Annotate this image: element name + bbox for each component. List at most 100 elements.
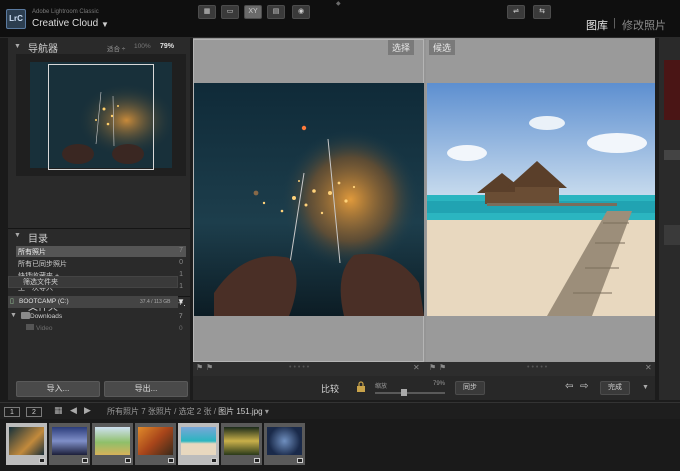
chevron-down-icon[interactable]: ▼	[642, 384, 649, 391]
catalog-item-count: 1	[179, 283, 183, 290]
select-photo-sparklers[interactable]	[194, 83, 424, 316]
loupe-view-icon[interactable]: ▭	[221, 5, 239, 19]
catalog-item-count: 0	[179, 259, 183, 266]
catalog-item-all-photos[interactable]: 所有照片 7	[16, 246, 186, 257]
close-icon[interactable]: ✕	[413, 363, 420, 372]
flag-icon[interactable]: ⚑	[429, 363, 436, 372]
grid-view-icon[interactable]: ▦	[54, 405, 63, 416]
thumb-image	[9, 427, 44, 455]
compare-view-icon[interactable]: XY	[244, 5, 262, 19]
secondary-window-2-button[interactable]: 2	[26, 407, 42, 417]
filmstrip-thumb[interactable]	[178, 423, 219, 465]
expand-icon[interactable]: ▼	[10, 312, 17, 319]
sync-button[interactable]: 同步	[455, 381, 485, 395]
collapse-icon[interactable]: ▼	[14, 232, 21, 239]
arrow-right-icon[interactable]: ⇨	[580, 381, 588, 392]
chevron-down-icon[interactable]: ▼	[177, 297, 185, 306]
badge-icon	[125, 458, 131, 463]
filmstrip-thumb[interactable]	[221, 423, 262, 465]
filmstrip-thumb[interactable]	[264, 423, 305, 465]
zoom-100[interactable]: 100%	[134, 43, 151, 50]
left-panel: ▼ 导航器 适合 ÷ 100% 79% ▼ 目录 所有照片 7 所有已同步照片 …	[8, 38, 190, 400]
right-panel-section[interactable]	[664, 225, 680, 245]
left-panel-toggle[interactable]	[0, 38, 8, 400]
badge-icon	[82, 458, 88, 463]
catalog-header[interactable]: ▼ 目录	[8, 228, 190, 245]
badge-icon	[39, 458, 45, 463]
arrow-left-icon[interactable]: ◀	[70, 405, 77, 416]
drive-icon: ▯	[10, 298, 14, 305]
survey-view-icon[interactable]: ▤	[267, 5, 285, 19]
badge-icon	[254, 458, 260, 463]
folder-downloads[interactable]: ▼ Downloads 7	[8, 311, 183, 322]
folder-label: Video	[36, 325, 53, 332]
filmstrip-thumb[interactable]	[135, 423, 176, 465]
zoom-slider-knob[interactable]	[401, 389, 407, 396]
badge-icon	[211, 458, 217, 463]
swap-icon[interactable]: ⇌	[507, 5, 525, 19]
arrow-left-icon[interactable]: ⇦	[565, 381, 573, 392]
folder-count: 0	[179, 325, 183, 332]
lock-icon[interactable]	[356, 381, 366, 392]
import-button[interactable]: 导入...	[16, 381, 100, 397]
thumb-image	[224, 427, 259, 455]
brand-name[interactable]: Creative Cloud	[32, 18, 98, 29]
thumb-image	[267, 427, 302, 455]
volume-name: BOOTCAMP (C:)	[19, 298, 69, 305]
filmstrip-thumb[interactable]	[6, 423, 47, 465]
catalog-item-count: 1	[179, 271, 183, 278]
chevron-down-icon[interactable]: ▼	[101, 20, 109, 29]
reject-icon[interactable]: ⚑	[206, 363, 213, 372]
lrc-logo: LrC	[6, 9, 26, 29]
select-label: 选择	[388, 40, 415, 55]
panel-toggle-icon[interactable]: ◆	[336, 0, 341, 7]
compare-label: 比较	[321, 384, 340, 394]
zoom-slider[interactable]	[375, 392, 445, 394]
catalog-title: 目录	[28, 234, 48, 245]
module-library[interactable]: 图库	[586, 17, 608, 33]
folder-icon	[26, 324, 34, 330]
filmstrip-thumb[interactable]	[49, 423, 90, 465]
export-button[interactable]: 导出...	[104, 381, 188, 397]
folder-video[interactable]: Video 0	[8, 323, 183, 334]
zoom-79[interactable]: 79%	[160, 43, 174, 50]
catalog-item-label: 所有照片	[18, 249, 46, 256]
collapse-icon[interactable]: ▼	[14, 43, 21, 50]
module-develop[interactable]: 修改照片	[622, 17, 666, 33]
thumb-image	[181, 427, 216, 455]
zoom-fit[interactable]: 适合 ÷	[107, 43, 125, 53]
chevron-down-icon[interactable]: ▾	[265, 407, 269, 416]
secondary-window-1-button[interactable]: 1	[4, 407, 20, 417]
histogram-panel	[664, 60, 680, 120]
filmstrip-header	[0, 402, 680, 419]
volume-row[interactable]: ▯ BOOTCAMP (C:) 37.4 / 113 GB ▼	[8, 296, 185, 308]
folder-label: Downloads	[30, 313, 63, 320]
crumb-all-photos[interactable]: 所有照片	[107, 407, 139, 416]
app-name: Adobe Lightroom Classic	[32, 9, 99, 15]
grid-view-icon[interactable]: ▦	[198, 5, 216, 19]
close-icon[interactable]: ✕	[645, 363, 652, 372]
navigator-preview[interactable]	[16, 54, 186, 176]
arrow-right-icon[interactable]: ▶	[84, 405, 91, 416]
candidate-photo-beach[interactable]	[427, 83, 655, 316]
folder-count: 7	[179, 313, 183, 320]
make-select-icon[interactable]: ⇆	[533, 5, 551, 19]
done-button[interactable]: 完成	[600, 381, 630, 395]
navigator-header[interactable]: ▼ 导航器 适合 ÷ 100% 79%	[8, 40, 190, 55]
thumb-image	[95, 427, 130, 455]
filter-folders-input[interactable]: 筛选文件夹	[8, 276, 178, 288]
navigator-viewport-rect[interactable]	[48, 64, 154, 170]
catalog-item-synced[interactable]: 所有已同步照片 0	[16, 258, 186, 269]
crumb-file[interactable]: 图片 151.jpg	[218, 407, 262, 416]
thumb-image	[138, 427, 173, 455]
flag-icon[interactable]: ⚑	[196, 363, 203, 372]
filmstrip-thumb[interactable]	[92, 423, 133, 465]
people-view-icon[interactable]: ◉	[292, 5, 310, 19]
reject-icon[interactable]: ⚑	[439, 363, 446, 372]
badge-icon	[297, 458, 303, 463]
volume-size: 37.4 / 113 GB	[140, 299, 171, 305]
compare-info-strip: ⚑ ⚑ ••••• ✕ ⚑ ⚑ ••••• ✕	[193, 362, 655, 376]
thumb-image	[52, 427, 87, 455]
right-panel-control[interactable]	[664, 150, 680, 160]
filmstrip-breadcrumb[interactable]: 所有照片 7 张照片 / 选定 2 张 / 图片 151.jpg ▾	[107, 406, 269, 417]
